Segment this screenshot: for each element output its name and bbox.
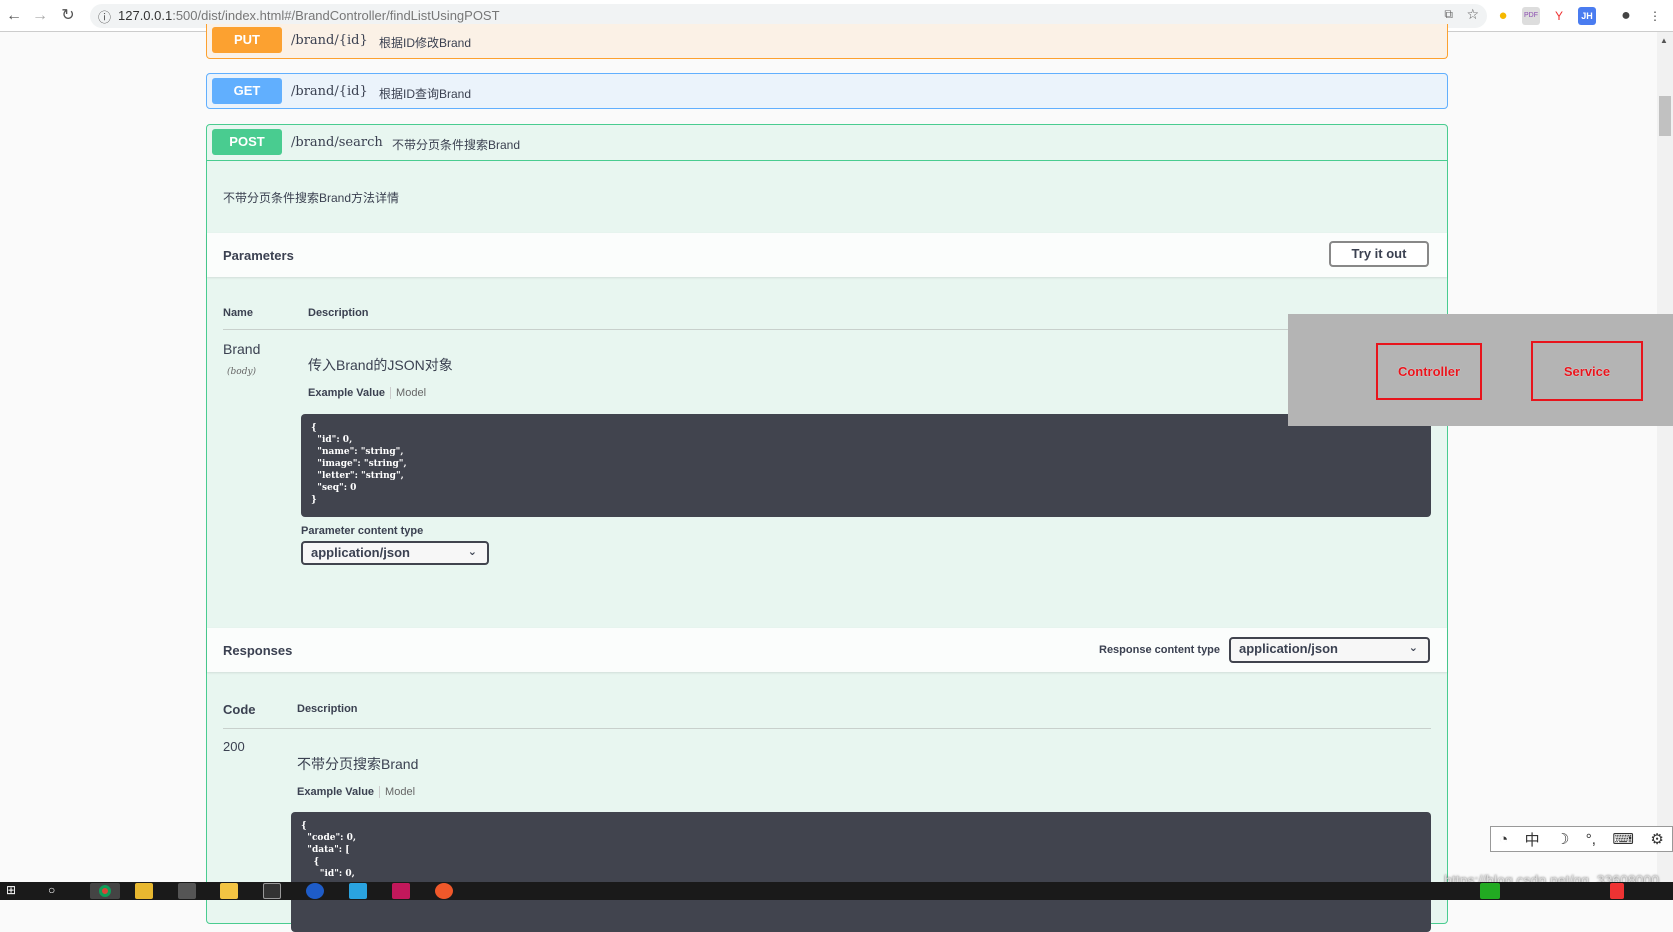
moon-icon[interactable]: ☽	[1556, 830, 1569, 848]
chevron-down-icon: ⌄	[467, 546, 477, 558]
gear-icon[interactable]: ⚙	[1650, 830, 1663, 848]
intellij-taskbar-icon[interactable]	[392, 883, 410, 899]
chrome-taskbar-icon[interactable]	[90, 883, 120, 899]
op-summary: 不带分页条件搜索Brand	[392, 138, 521, 152]
col-description: Description	[297, 703, 358, 715]
op-path: /brand/{id}	[291, 33, 368, 48]
back-icon[interactable]: ←	[4, 6, 24, 26]
terminal-taskbar-icon[interactable]	[263, 883, 281, 899]
profile-icon[interactable]: ●	[1617, 7, 1635, 25]
opblock-put[interactable]: PUT /brand/{id} 根据ID修改Brand	[206, 24, 1448, 59]
forward-icon[interactable]: →	[30, 6, 50, 26]
pdf-extension-icon[interactable]: PDF	[1522, 7, 1540, 25]
op-path: /brand/{id}	[291, 84, 368, 99]
method-badge: PUT	[212, 27, 282, 53]
parameters-title: Parameters	[223, 248, 294, 263]
app-taskbar-icon[interactable]	[135, 883, 153, 899]
tray-icon[interactable]	[1610, 883, 1624, 899]
extension-icon[interactable]: ●	[1494, 7, 1512, 25]
y-extension-icon[interactable]: Y	[1550, 7, 1568, 25]
response-example-code: { "code": 0, "data": [ { "id": 0,	[291, 812, 1431, 932]
example-value-tab[interactable]: Example Value	[297, 786, 374, 798]
response-description: 不带分页搜索Brand	[297, 756, 419, 772]
param-content-type-label: Parameter content type	[301, 525, 424, 537]
translate-icon[interactable]: ⧉	[1444, 7, 1453, 22]
app-taskbar-icon[interactable]	[178, 883, 196, 899]
opblock-post: POST /brand/search 不带分页条件搜索Brand 不带分页条件搜…	[206, 124, 1448, 932]
service-box[interactable]: Service	[1531, 341, 1643, 401]
param-description: 传入Brand的JSON对象	[308, 357, 453, 373]
app-taskbar-icon[interactable]	[306, 883, 324, 899]
opblock-get[interactable]: GET /brand/{id} 根据ID查询Brand	[206, 73, 1448, 109]
menu-icon[interactable]: ⋮	[1646, 7, 1664, 25]
parameters-header: Parameters Try it out	[207, 233, 1447, 277]
responses-title: Responses	[223, 643, 293, 658]
reload-icon[interactable]: ↻	[58, 6, 78, 26]
col-name: Name	[223, 307, 253, 319]
opblock-post-summary[interactable]: POST /brand/search 不带分页条件搜索Brand	[207, 125, 1447, 161]
divider	[223, 329, 1431, 330]
example-value-code: { "id": 0, "name": "string", "image": "s…	[301, 414, 1431, 517]
ime-language-toggle[interactable]: 中	[1525, 829, 1540, 850]
bookmark-star-icon[interactable]: ☆	[1466, 6, 1479, 23]
ime-logo-icon[interactable]: ◔	[1499, 831, 1508, 848]
response-content-type-select[interactable]: application/json ⌄	[1229, 637, 1430, 663]
op-path: /brand/search	[291, 135, 383, 150]
punctuation-icon[interactable]: °,	[1586, 831, 1596, 848]
app-taskbar-icon[interactable]	[349, 883, 367, 899]
chevron-down-icon: ⌄	[1408, 642, 1418, 654]
col-description: Description	[308, 307, 369, 319]
param-name: Brand	[223, 341, 261, 357]
windows-start-icon[interactable]: ⊞	[6, 883, 24, 899]
response-content-type-label: Response content type	[1099, 644, 1221, 656]
scrollbar-thumb[interactable]	[1659, 96, 1671, 136]
selected-value: application/json	[311, 545, 410, 560]
url-text: 127.0.0.1:500/dist/index.html#/BrandCont…	[118, 8, 500, 23]
responses-header: Responses Response content type applicat…	[207, 628, 1447, 672]
search-icon[interactable]: ○	[48, 883, 66, 899]
op-summary: 根据ID查询Brand	[379, 87, 472, 101]
method-badge: POST	[212, 129, 282, 155]
ime-toolbar: ◔ 中 ☽ °, ⌨ ⚙	[1490, 826, 1673, 852]
op-description: 不带分页条件搜索Brand方法详情	[223, 191, 400, 205]
example-model-tabs: Example Value Model	[308, 387, 426, 399]
col-code: Code	[223, 702, 256, 717]
keyboard-icon[interactable]: ⌨	[1612, 830, 1634, 848]
scroll-up-icon[interactable]: ▲	[1660, 36, 1668, 45]
model-tab[interactable]: Model	[385, 786, 415, 798]
op-summary: 根据ID修改Brand	[379, 36, 472, 50]
jh-extension-icon[interactable]: JH	[1578, 7, 1596, 25]
scrollbar[interactable]: ▲	[1657, 32, 1673, 882]
info-icon[interactable]: ⓘ	[98, 7, 111, 26]
example-value-tab[interactable]: Example Value	[308, 387, 385, 399]
param-in: (body)	[227, 367, 257, 377]
method-badge: GET	[212, 78, 282, 104]
divider	[223, 728, 1431, 729]
try-it-out-button[interactable]: Try it out	[1329, 241, 1429, 267]
response-code: 200	[223, 739, 245, 754]
floating-panel: Controller Service	[1288, 314, 1673, 426]
selected-value: application/json	[1239, 641, 1338, 656]
model-tab[interactable]: Model	[396, 387, 426, 399]
param-content-type-select[interactable]: application/json ⌄	[301, 541, 489, 565]
app-taskbar-icon[interactable]	[435, 883, 453, 899]
example-model-tabs: Example Value Model	[297, 786, 415, 798]
controller-box[interactable]: Controller	[1376, 343, 1482, 400]
taskbar: ⊞ ○	[0, 882, 1673, 900]
folder-taskbar-icon[interactable]	[220, 883, 238, 899]
tray-icon[interactable]	[1480, 883, 1500, 899]
